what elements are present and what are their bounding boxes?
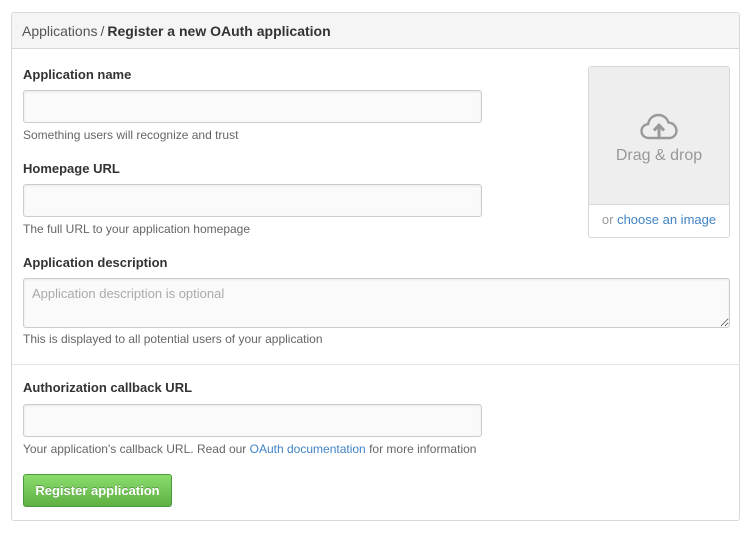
- homepage-url-input[interactable]: [23, 184, 482, 217]
- section-divider: [12, 364, 739, 365]
- register-application-button[interactable]: Register application: [23, 474, 172, 507]
- oauth-app-form-panel: Applications / Register a new OAuth applic…: [11, 12, 740, 521]
- callback-url-note: Your application's callback URL. Read ou…: [23, 442, 476, 457]
- page-title: Register a new OAuth application: [107, 23, 331, 39]
- panel-header: Applications / Register a new OAuth applic…: [12, 13, 739, 49]
- description-textarea[interactable]: [23, 278, 730, 328]
- app-name-note: Something users will recognize and trust: [23, 128, 239, 142]
- description-label: Application description: [23, 255, 168, 270]
- breadcrumb-applications[interactable]: Applications: [22, 23, 98, 39]
- homepage-url-note: The full URL to your application homepag…: [23, 222, 251, 236]
- callback-url-label: Authorization callback URL: [23, 380, 193, 395]
- app-name-input[interactable]: [23, 90, 482, 123]
- homepage-url-label: Homepage URL: [23, 161, 120, 176]
- breadcrumb-separator: /: [100, 23, 105, 39]
- logo-upload-box: Drag & drop or choose an image: [588, 66, 730, 238]
- description-note: This is displayed to all potential users…: [23, 332, 323, 346]
- callback-url-input[interactable]: [23, 404, 482, 437]
- choose-image-link[interactable]: choose an image: [617, 212, 716, 227]
- callback-note-text: Your application's callback URL. Read ou…: [23, 442, 247, 456]
- image-dropzone[interactable]: Drag & drop: [589, 67, 729, 205]
- app-name-label: Application name: [23, 67, 132, 82]
- callback-note-suffix: for more information: [369, 442, 477, 456]
- cloud-upload-icon: [640, 113, 678, 140]
- oauth-documentation-link[interactable]: OAuth documentation: [250, 442, 366, 456]
- choose-or-text: or: [601, 212, 614, 227]
- choose-image-line: or choose an image: [589, 212, 729, 228]
- drag-and-drop-text: Drag & drop: [615, 147, 703, 164]
